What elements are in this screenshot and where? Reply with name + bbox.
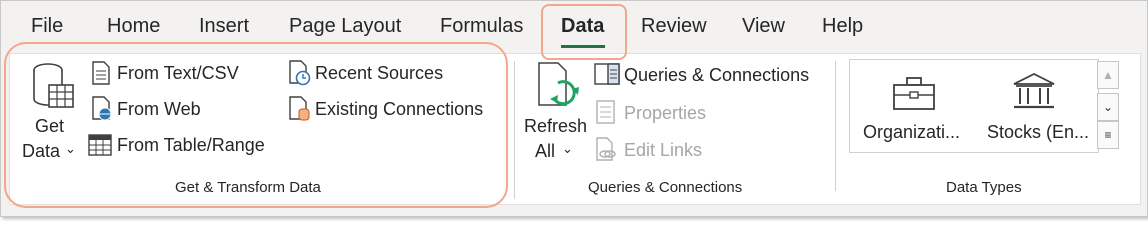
edit-links-label: Edit Links bbox=[624, 140, 703, 160]
tab-help[interactable]: Help bbox=[822, 15, 863, 38]
organization-label: Organizati... bbox=[863, 122, 961, 142]
refresh-all-label-line1: Refresh bbox=[524, 116, 588, 136]
gallery-more-button[interactable]: ≡ bbox=[1097, 121, 1119, 149]
data-types-gallery: Organizati... Stocks (En... bbox=[849, 59, 1099, 153]
refresh-icon bbox=[538, 62, 579, 106]
edit-links-icon bbox=[596, 137, 616, 161]
group-label-data-types: Data Types bbox=[946, 179, 1022, 196]
properties-label: Properties bbox=[624, 103, 707, 123]
group-label-queries-connections: Queries & Connections bbox=[588, 179, 743, 196]
tab-page-layout[interactable]: Page Layout bbox=[289, 15, 401, 38]
properties-icon bbox=[596, 100, 615, 124]
chevron-down-icon: ⌄ bbox=[562, 141, 573, 156]
group-separator bbox=[514, 61, 515, 199]
tab-view[interactable]: View bbox=[742, 15, 785, 38]
tab-file[interactable]: File bbox=[31, 15, 63, 38]
tab-formulas[interactable]: Formulas bbox=[440, 15, 523, 38]
gallery-scroll-up-button[interactable]: ▲ bbox=[1097, 61, 1119, 89]
briefcase-icon bbox=[893, 77, 935, 110]
queries-connections-label: Queries & Connections bbox=[624, 65, 810, 85]
gallery-scroll-controls: ▲ ⌄ ≡ bbox=[1097, 59, 1119, 151]
get-transform-highlight bbox=[4, 42, 508, 208]
tab-insert[interactable]: Insert bbox=[199, 15, 249, 38]
gallery-scroll-down-button[interactable]: ⌄ bbox=[1097, 93, 1119, 121]
queries-pane-icon bbox=[594, 63, 620, 85]
refresh-all-label-line2: All bbox=[535, 141, 556, 161]
data-tab-highlight bbox=[541, 4, 627, 60]
group-separator bbox=[835, 61, 836, 191]
bank-icon bbox=[1013, 72, 1055, 109]
tab-home[interactable]: Home bbox=[107, 15, 160, 38]
stocks-label: Stocks (En... bbox=[987, 122, 1090, 142]
tab-review[interactable]: Review bbox=[641, 15, 707, 38]
